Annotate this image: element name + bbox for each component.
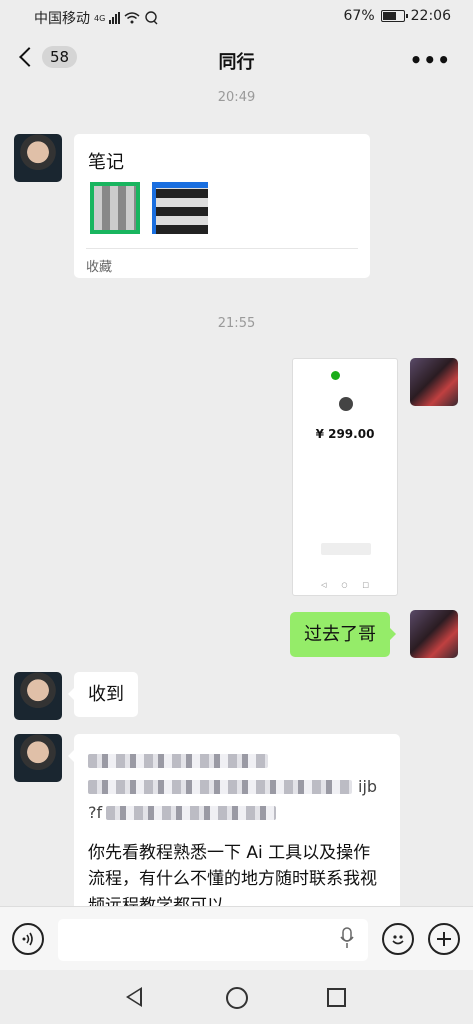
nav-home-icon[interactable] (226, 987, 248, 1009)
payment-amount: ¥ 299.00 (315, 427, 375, 441)
chat-title: 同行 (218, 52, 255, 73)
nav-recent-icon[interactable] (327, 988, 346, 1007)
chat-header: 58 同行 ••• (0, 34, 473, 86)
input-bar (0, 906, 473, 970)
mini-nav-bar: ◁ ○ □ (321, 581, 369, 589)
my-avatar[interactable] (410, 358, 458, 406)
card-divider (86, 248, 358, 249)
redacted-link (106, 806, 277, 820)
chat-area[interactable]: 20:49 笔记 收藏 21:55 ¥ 299.00 ◁ ○ □ 过去了哥 收到 i… (0, 86, 473, 906)
incoming-message[interactable]: 收到 (68, 672, 138, 718)
redacted-link (88, 754, 268, 768)
more-icon[interactable]: ••• (410, 48, 451, 72)
note-card[interactable]: 笔记 收藏 (74, 134, 370, 278)
outgoing-message[interactable]: 过去了哥 (290, 612, 396, 658)
status-right: 67% 22:06 (344, 8, 451, 24)
clock: 22:06 (410, 8, 451, 24)
payee-avatar (339, 397, 353, 411)
incoming-message[interactable]: ijb ?f 你先看教程熟悉一下 Ai 工具以及操作流程，有什么不懂的地方随时联… (68, 734, 400, 906)
chat-status-icon (145, 11, 158, 25)
done-button-mini (321, 543, 371, 555)
signal-icon (109, 12, 121, 24)
battery-percent: 67% (343, 8, 375, 24)
contact-avatar[interactable] (14, 134, 62, 182)
contact-avatar[interactable] (14, 734, 62, 782)
wechat-pay-icon (331, 371, 340, 380)
pixelated-image (90, 182, 140, 234)
smile-face-icon (392, 935, 404, 945)
wifi-icon (124, 12, 140, 24)
contact-avatar[interactable] (14, 672, 62, 720)
voice-wave-icon (22, 932, 33, 946)
status-bar: 中国移动 4G 67% 22:06 (0, 0, 473, 34)
payment-screenshot-image[interactable]: ¥ 299.00 ◁ ○ □ (292, 358, 398, 596)
system-nav-bar (0, 970, 473, 1024)
carrier-label: 中国移动 (34, 11, 90, 27)
my-avatar[interactable] (410, 610, 458, 658)
microphone-icon[interactable] (340, 927, 354, 949)
note-title: 笔记 (88, 152, 124, 173)
message-input[interactable] (58, 919, 368, 961)
nav-back-icon[interactable] (126, 987, 142, 1007)
battery-icon (380, 10, 408, 22)
network-label: 4G (94, 13, 106, 23)
voice-icon[interactable] (12, 923, 44, 955)
timestamp: 21:55 (217, 316, 256, 331)
redacted-link (88, 780, 352, 794)
link-fragment: ijb (358, 776, 378, 796)
note-footer: 收藏 (86, 260, 113, 275)
link-fragment: ?f (88, 802, 103, 822)
status-left: 中国移动 4G (34, 8, 158, 28)
message-text: 你先看教程熟悉一下 Ai 工具以及操作流程，有什么不懂的地方随时联系我视频远程教… (88, 843, 377, 906)
plus-icon[interactable] (428, 923, 460, 955)
pixelated-image (152, 182, 208, 234)
emoji-icon[interactable] (382, 923, 414, 955)
plus-sign-icon (437, 932, 451, 946)
timestamp: 20:49 (217, 90, 256, 105)
